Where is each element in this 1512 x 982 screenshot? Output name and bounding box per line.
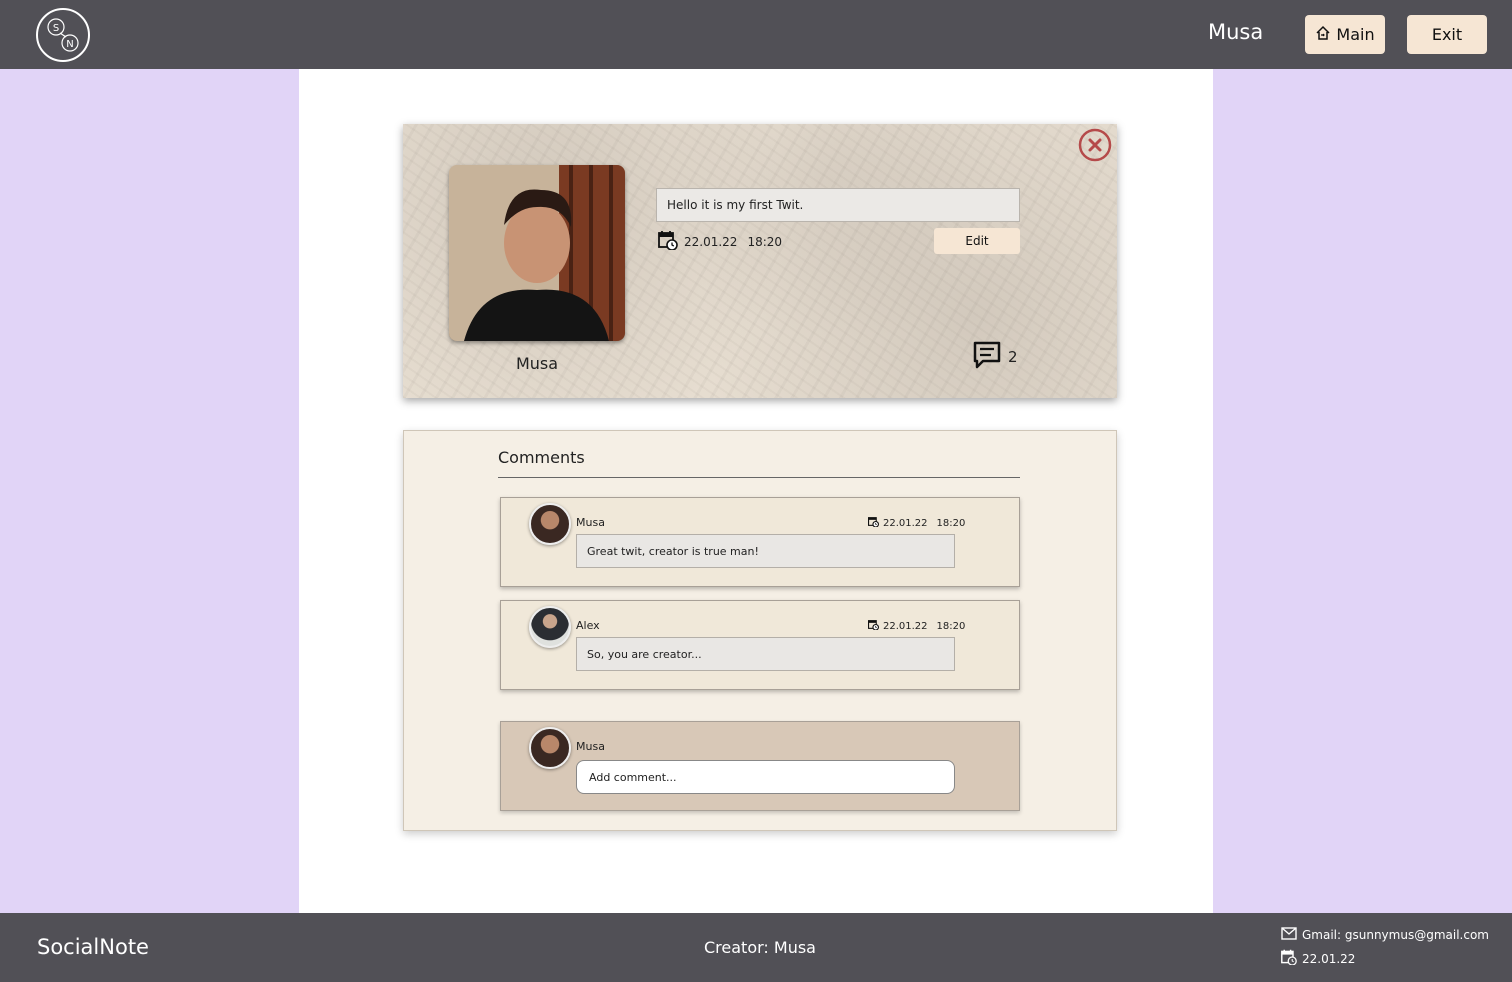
comment-count[interactable]: 2 bbox=[972, 340, 1018, 374]
comment-date: 22.01.22 bbox=[883, 620, 928, 632]
mail-icon bbox=[1281, 927, 1297, 943]
twit-meta: 22.01.22 18:20 bbox=[658, 230, 782, 253]
footer-email[interactable]: Gmail: gsunnymus@gmail.com bbox=[1281, 927, 1489, 943]
main-button[interactable]: Main bbox=[1305, 15, 1385, 54]
avatar[interactable] bbox=[529, 503, 571, 545]
comments-title: Comments bbox=[498, 448, 585, 467]
calendar-clock-icon bbox=[1281, 949, 1297, 968]
exit-button[interactable]: Exit bbox=[1407, 15, 1487, 54]
calendar-clock-icon bbox=[658, 230, 678, 253]
edit-button[interactable]: Edit bbox=[934, 228, 1020, 254]
comment-meta: 22.01.22 18:20 bbox=[868, 516, 965, 530]
comment-time: 18:20 bbox=[936, 620, 966, 632]
twit-date: 22.01.22 bbox=[684, 234, 738, 249]
close-icon[interactable] bbox=[1078, 128, 1112, 162]
comment-icon bbox=[972, 340, 1002, 374]
svg-text:S: S bbox=[53, 23, 59, 34]
app-footer: SocialNote Creator: Musa Gmail: gsunnymu… bbox=[0, 913, 1512, 982]
new-comment-author: Musa bbox=[576, 740, 605, 753]
comment-count-value: 2 bbox=[1008, 348, 1018, 366]
comment-author[interactable]: Musa bbox=[576, 516, 605, 529]
footer-email-text: Gmail: gsunnymus@gmail.com bbox=[1302, 928, 1489, 942]
comment-time: 18:20 bbox=[936, 517, 966, 529]
twit-author-photo bbox=[449, 165, 625, 341]
add-comment-input[interactable] bbox=[576, 760, 955, 794]
main-button-label: Main bbox=[1336, 25, 1375, 44]
footer-creator: Creator: Musa bbox=[704, 938, 816, 957]
sn-logo-icon[interactable]: S N bbox=[36, 8, 90, 62]
home-icon bbox=[1315, 25, 1331, 45]
footer-date-text: 22.01.22 bbox=[1302, 951, 1356, 966]
comment-text: Great twit, creator is true man! bbox=[576, 534, 955, 568]
comment-meta: 22.01.22 18:20 bbox=[868, 619, 965, 633]
comment-author[interactable]: Alex bbox=[576, 619, 600, 632]
twit-text: Hello it is my first Twit. bbox=[656, 188, 1020, 222]
footer-brand: SocialNote bbox=[37, 935, 149, 959]
avatar[interactable] bbox=[529, 727, 571, 769]
twit-author-name[interactable]: Musa bbox=[449, 354, 625, 373]
footer-date: 22.01.22 bbox=[1281, 949, 1355, 968]
calendar-clock-icon bbox=[868, 619, 879, 633]
svg-text:N: N bbox=[66, 39, 73, 50]
calendar-clock-icon bbox=[868, 516, 879, 530]
comment-text: So, you are creator... bbox=[576, 637, 955, 671]
comments-divider bbox=[498, 477, 1020, 478]
comment-date: 22.01.22 bbox=[883, 517, 928, 529]
twit-time: 18:20 bbox=[747, 234, 783, 249]
header-username: Musa bbox=[1208, 20, 1264, 44]
avatar[interactable] bbox=[529, 606, 571, 648]
app-header: S N Musa Main Exit bbox=[0, 0, 1512, 69]
